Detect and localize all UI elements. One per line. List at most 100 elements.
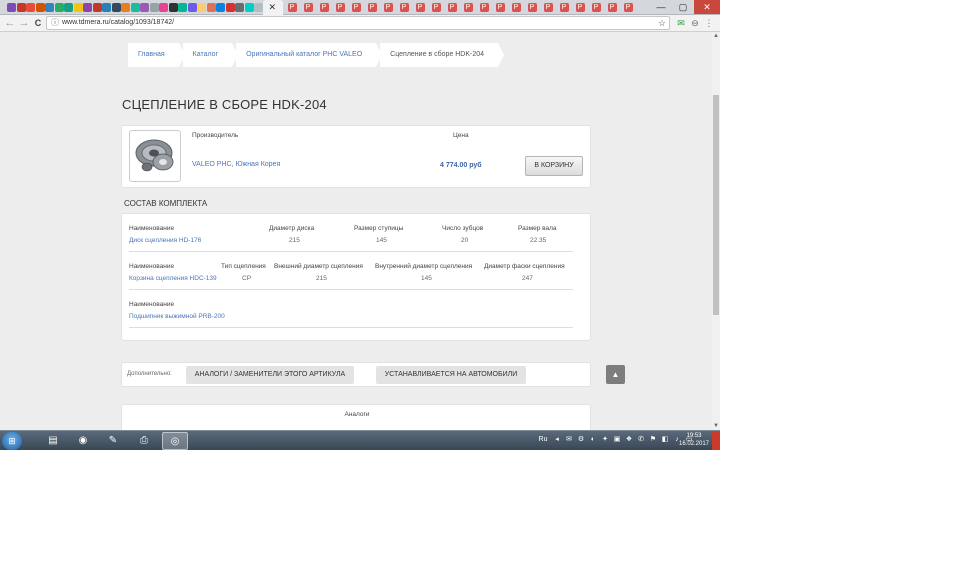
scroll-top-button[interactable]: ▲ [606,365,625,384]
address-bar[interactable]: ⓘ www.tdmera.ru/catalog/1093/18742/ ☆ [46,16,670,30]
kit-cell: 20 [461,237,469,244]
tab-favicon-icon: P [575,3,585,12]
browser-tab[interactable]: P [589,1,604,14]
add-to-cart-button[interactable]: В КОРЗИНУ [525,156,583,176]
price-value: 4 774.00 руб [440,162,482,169]
tab-favicon-icon: P [287,3,297,12]
tray-icon[interactable]: ❖ [624,434,634,446]
tab-favicon-icon: P [495,3,505,12]
compatible-cars-button[interactable]: УСТАНАВЛИВАЕТСЯ НА АВТОМОБИЛИ [376,366,526,384]
scroll-down-icon[interactable]: ▼ [712,422,720,430]
kit-col-header: Число зубцов [442,225,484,232]
breadcrumb: Главная Каталог Оригинальный каталог PHC… [128,43,504,67]
scrollbar-thumb[interactable] [713,95,719,315]
tab-favicon-icon: P [447,3,457,12]
clutch-kit-icon [135,139,174,172]
tray-icon[interactable]: ▣ [612,434,622,446]
tray-icon[interactable]: ◐ [588,434,598,446]
browser-tab[interactable]: P [365,1,380,14]
breadcrumb-home[interactable]: Главная [128,43,185,67]
browser-tab[interactable]: P [333,1,348,14]
tab-favicon-icon: P [527,3,537,12]
price-header: Цена [453,132,469,139]
breadcrumb-valeo-catalog[interactable]: Оригинальный каталог PHC VALEO [236,43,383,67]
taskbar-printer-icon[interactable]: ⎙ [131,432,157,450]
language-indicator[interactable]: Ru [536,434,550,446]
show-desktop-button[interactable] [712,431,720,450]
screen: ✕ P P P P P P P P P P P P P P P P P P P P P P — ▢ ✕ ← → C ⓘ www.t… [0,0,720,450]
browser-tab[interactable]: P [397,1,412,14]
minimize-icon[interactable]: — [650,0,672,14]
browser-tab[interactable]: P [445,1,460,14]
forward-icon[interactable]: → [17,16,31,30]
browser-tab[interactable]: P [317,1,332,14]
browser-tab[interactable]: P [493,1,508,14]
kit-item-link[interactable]: Подшипник выжимной PRB-200 [129,313,225,320]
taskbar-explorer-icon[interactable]: ▤ [40,432,66,450]
taskbar-media-icon[interactable]: ◉ [70,432,96,450]
tab-favicon-icon: P [559,3,569,12]
tray-icon[interactable]: ✉ [564,434,574,446]
menu-icon[interactable]: ⋮ [704,17,714,29]
tray-icon[interactable]: ✆ [636,434,646,446]
analogs-button[interactable]: АНАЛОГИ / ЗАМЕНИТЕЛИ ЭТОГО АРТИКУЛА [186,366,354,384]
browser-tab[interactable]: P [525,1,540,14]
breadcrumb-catalog[interactable]: Каталог [182,43,239,67]
browser-tab[interactable]: P [573,1,588,14]
tab-favicon-icon: P [511,3,521,12]
info-icon: ⓘ [51,18,59,27]
kit-col-header: Тип сцепления [221,263,266,270]
tray-icon[interactable]: ◂ [552,434,562,446]
tab-favicon-icon: P [367,3,377,12]
product-image[interactable] [129,130,181,182]
browser-tab[interactable]: P [301,1,316,14]
taskbar-tool-icon[interactable]: ✎ [100,432,126,450]
clock-time: 19:53 [686,433,702,439]
browser-tab[interactable]: P [621,1,636,14]
browser-tab[interactable]: P [429,1,444,14]
tray-icon[interactable]: ⚑ [648,434,658,446]
kit-cell: 22.35 [530,237,547,244]
tab-favicon-icon: P [399,3,409,12]
reload-icon[interactable]: C [31,16,45,30]
maximize-icon[interactable]: ▢ [672,0,694,14]
kit-item-link[interactable]: Корзина сцепления HDC-139 [129,275,217,282]
extra-bar: Дополнительно: АНАЛОГИ / ЗАМЕНИТЕЛИ ЭТОГ… [121,362,591,387]
tab-favicon-icon: P [431,3,441,12]
browser-tab[interactable]: P [605,1,620,14]
tray-icon[interactable]: ✦ [600,434,610,446]
tray-icon[interactable]: ⚙ [576,434,586,446]
tab-favicon-icon: P [335,3,345,12]
browser-tab[interactable]: P [349,1,364,14]
kit-cell: 215 [289,237,300,244]
tab-close-icon[interactable]: ✕ [269,3,278,12]
manufacturer-link[interactable]: VALEO PHC, Южная Корея [192,161,280,168]
tray-icon[interactable]: ◧ [660,434,670,446]
taskbar-chrome-icon[interactable]: ◎ [162,432,188,450]
system-clock[interactable]: 19:53 16.02.2017 [678,432,710,448]
browser-tab[interactable]: P [509,1,524,14]
scroll-up-icon[interactable]: ▲ [712,32,720,40]
kit-divider [129,289,573,290]
kit-item-link[interactable]: Диск сцепления HD-176 [129,237,201,244]
browser-tab[interactable]: P [285,1,300,14]
close-window-icon[interactable]: ✕ [694,0,720,14]
tab-favicon-icon: P [479,3,489,12]
product-card: Производитель Цена VALEO PHC, Южная Коре… [121,125,591,188]
extension-mail-icon[interactable]: ✉ [676,17,686,29]
browser-tab[interactable]: P [413,1,428,14]
tab-favicon-icon: P [543,3,553,12]
kit-col-header: Размер вала [518,225,557,232]
browser-tab[interactable]: P [557,1,572,14]
browser-tab[interactable]: P [461,1,476,14]
breadcrumb-current: Сцепление в сборе HDK-204 [380,43,504,67]
browser-tab[interactable]: P [477,1,492,14]
start-button[interactable]: ⊞ [2,432,22,450]
active-browser-tab[interactable]: ✕ [262,0,283,15]
page-scrollbar[interactable]: ▲ ▼ [712,32,720,430]
extension-block-icon[interactable]: ⊖ [690,17,700,29]
browser-tab[interactable]: P [381,1,396,14]
back-icon[interactable]: ← [3,16,17,30]
browser-tab[interactable]: P [541,1,556,14]
bookmark-star-icon[interactable]: ☆ [658,17,666,29]
